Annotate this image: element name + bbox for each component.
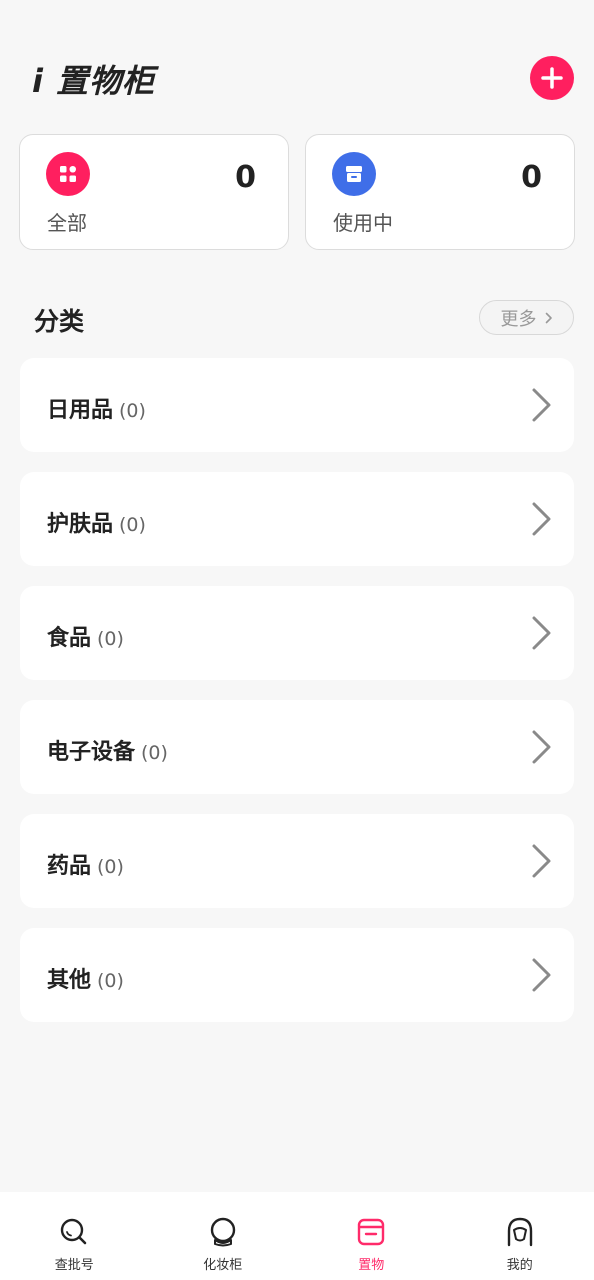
nav-item-storage[interactable]: 置物 [297,1192,446,1280]
category-row-other[interactable]: 其他 (0) [20,928,574,1022]
page: i 置物柜 全部 0 使用中 0 分类 更多 日用品 (0) 护肤品 (0) 食… [0,0,594,1280]
category-row-medicine[interactable]: 药品 (0) [20,814,574,908]
chevron-right-icon [532,388,551,422]
category-count: (0) [97,628,124,650]
nav-item-cosmetics[interactable]: 化妆柜 [149,1192,298,1280]
category-count: (0) [119,514,146,536]
chevron-right-icon [532,502,551,536]
header: i 置物柜 [0,0,594,130]
chevron-right-icon [532,844,551,878]
category-name: 日用品 (0) [47,398,146,423]
search-icon [61,1218,87,1245]
nav-label: 置物 [358,1258,385,1273]
category-count: (0) [141,742,168,764]
summary-card-in-use[interactable]: 使用中 0 [305,134,575,250]
plus-icon [541,67,563,89]
page-title: i 置物柜 [32,62,156,100]
category-name: 护肤品 (0) [47,512,146,537]
category-name: 其他 (0) [47,968,124,993]
category-row-food[interactable]: 食品 (0) [20,586,574,680]
chevron-right-icon [545,312,552,323]
chevron-right-icon [532,616,551,650]
nav-item-profile[interactable]: 我的 [446,1192,594,1280]
chevron-right-icon [532,730,551,764]
category-row-electronics[interactable]: 电子设备 (0) [20,700,574,794]
summary-label: 全部 [47,211,87,235]
category-row-daily[interactable]: 日用品 (0) [20,358,574,452]
category-name: 药品 (0) [47,854,124,879]
add-button[interactable] [530,56,574,100]
category-count: (0) [97,970,124,992]
bottom-nav: 查批号 化妆柜 置物 我的 [0,1192,594,1280]
nav-label: 查批号 [54,1258,94,1273]
category-count: (0) [119,400,146,422]
more-button[interactable]: 更多 [479,300,574,335]
chevron-right-icon [532,958,551,992]
cabinet-icon [358,1218,385,1246]
box-icon [332,152,376,196]
summary-label: 使用中 [333,211,393,235]
category-name: 电子设备 (0) [47,740,168,765]
category-name: 食品 (0) [47,626,124,651]
category-row-skincare[interactable]: 护肤品 (0) [20,472,574,566]
nav-label: 我的 [506,1258,533,1273]
summary-count: 0 [521,160,542,195]
nav-label: 化妆柜 [203,1258,243,1273]
category-count: (0) [97,856,124,878]
more-label: 更多 [500,308,537,330]
grid-icon [46,152,90,196]
profile-icon [507,1217,532,1247]
section-title: 分类 [34,307,85,336]
summary-card-all[interactable]: 全部 0 [19,134,289,250]
mirror-icon [210,1217,235,1247]
nav-item-batch-lookup[interactable]: 查批号 [0,1192,149,1280]
summary-count: 0 [235,160,256,195]
